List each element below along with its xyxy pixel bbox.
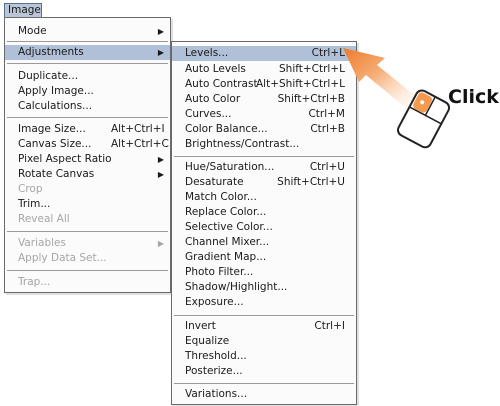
click-label: Click [448, 86, 499, 108]
arrow-icon [343, 48, 418, 108]
click-callout [343, 48, 451, 149]
